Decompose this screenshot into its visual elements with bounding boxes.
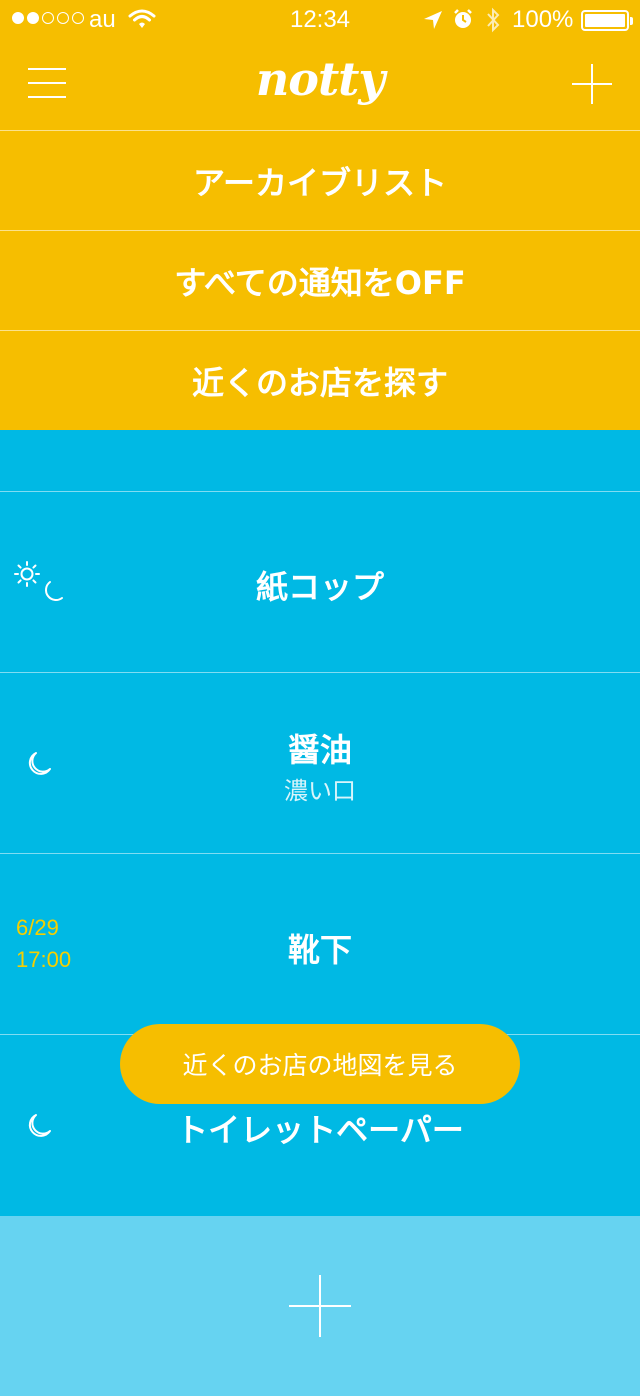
list-item-subtitle: 濃い口 [284,777,356,805]
status-bar: au 12:34 100% [0,0,640,40]
bluetooth-icon [485,6,501,41]
plus-icon[interactable] [572,64,612,104]
list-item-title: 靴下 [287,931,352,969]
list-item-paper-cups[interactable]: 紙コップ [0,492,640,673]
menu-item-archive-list[interactable]: アーカイブリスト [0,130,640,230]
list-item-title: トイレットペーパー [176,1111,464,1149]
list-item-socks[interactable]: 6/29 17:00 靴下 [0,854,640,1035]
battery-percentage: 100% [512,6,574,33]
map-button-label: 近くのお店の地図を見る [182,1051,458,1080]
menu-item-label: すべての通知をOFF [174,263,466,302]
battery-icon [581,10,633,31]
list-item-title: 醤油 [287,731,352,769]
list-item-soy-sauce[interactable]: 醤油 濃い口 [0,673,640,854]
nav-bar: notty [0,40,640,130]
top-panel: au 12:34 100% notty アーカイブリスト すべての通知をOFF … [0,0,640,430]
plus-icon [289,1275,351,1337]
add-item-area[interactable] [0,1216,640,1396]
alarm-clock-icon [452,8,474,37]
location-arrow-icon [422,9,444,38]
menu-item-find-stores[interactable]: 近くのお店を探す [0,330,640,430]
nearby-stores-map-button[interactable]: 近くのお店の地図を見る [120,1024,520,1104]
menu-item-label: アーカイブリスト [192,163,448,202]
menu-item-notifications-off[interactable]: すべての通知をOFF [0,230,640,330]
menu-item-label: 近くのお店を探す [191,363,448,402]
list-item-title: 紙コップ [255,568,384,606]
app-logo: notty [255,52,385,106]
